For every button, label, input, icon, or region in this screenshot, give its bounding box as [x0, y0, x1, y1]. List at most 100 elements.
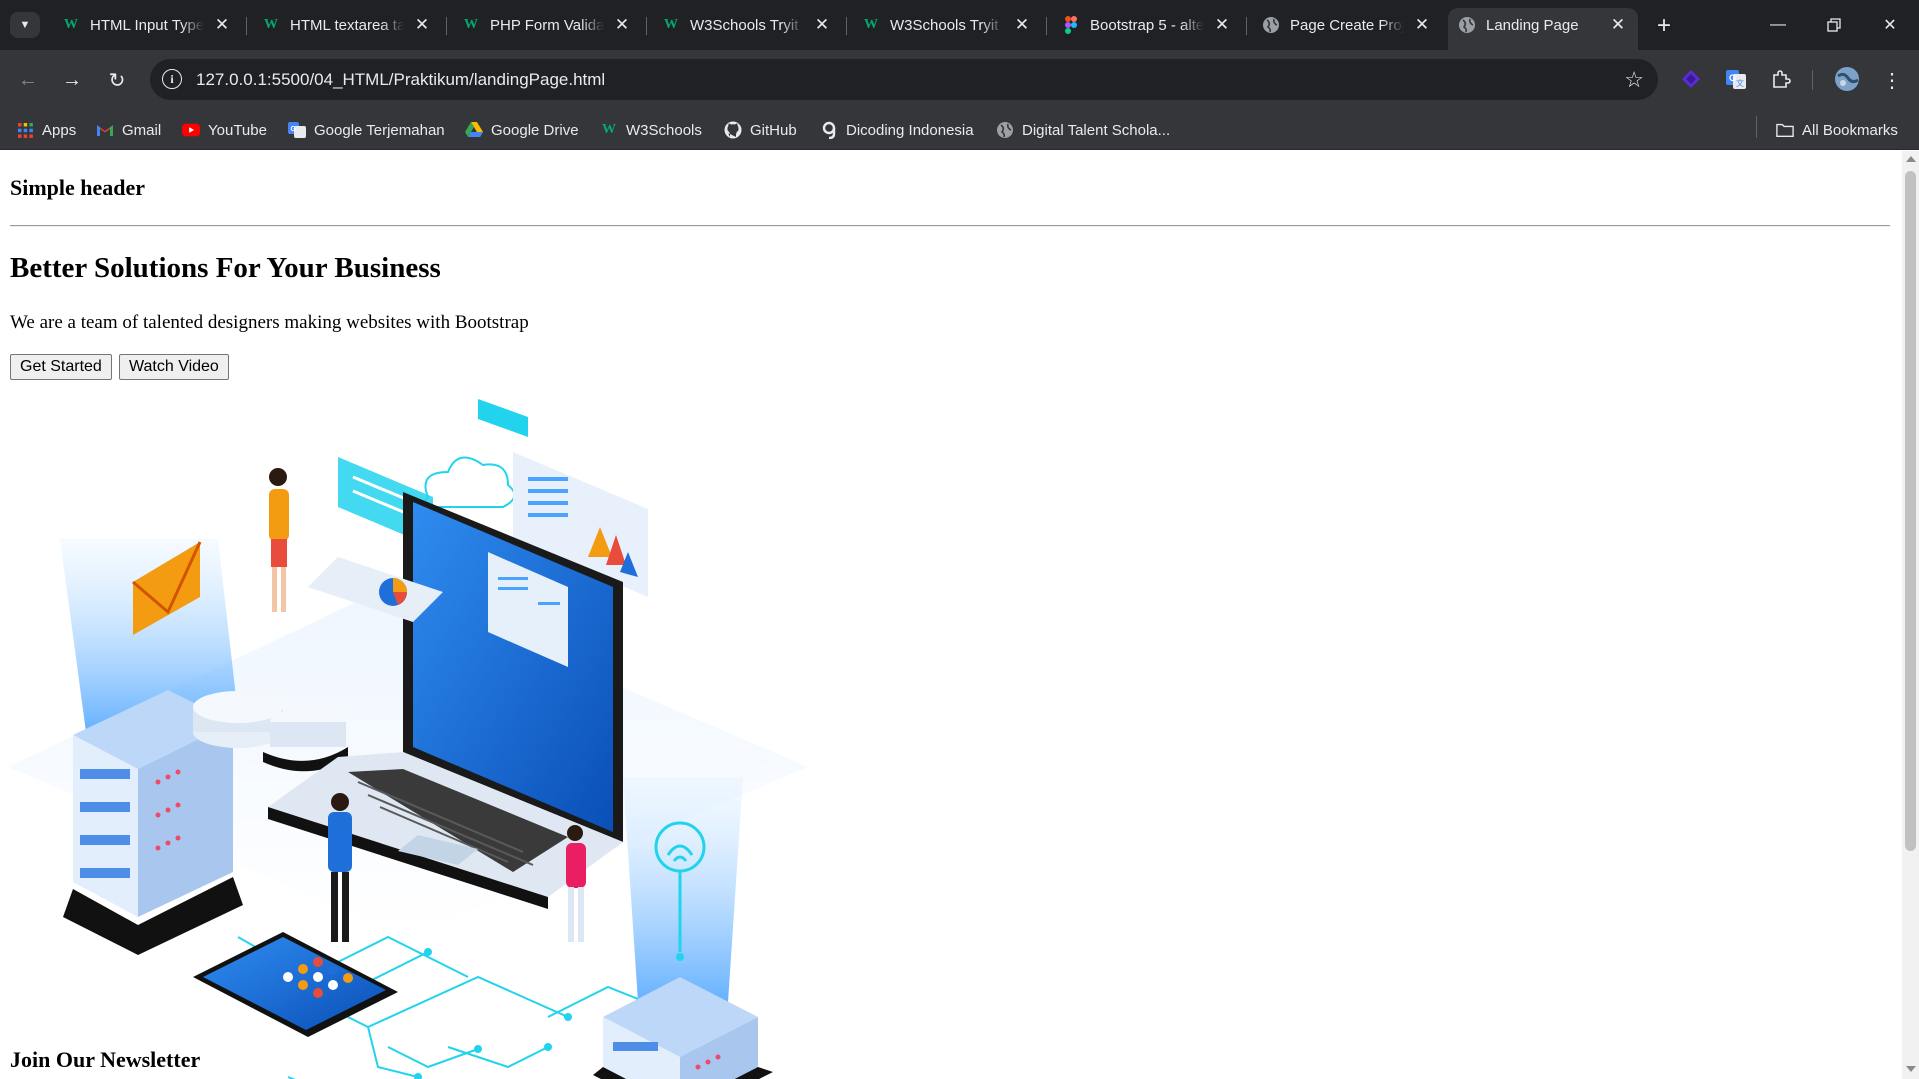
tab-page-create-project[interactable]: Page Create Project ✕	[1252, 8, 1442, 42]
tab-title: Bootstrap 5 - alternative	[1090, 16, 1204, 34]
apps-grid-icon	[16, 121, 34, 139]
tab-html-textarea[interactable]: W HTML textarea tag ✕	[252, 8, 442, 42]
address-bar[interactable]: i 127.0.0.1:5500/04_HTML/Praktikum/landi…	[150, 59, 1658, 100]
bookmark-apps[interactable]: Apps	[16, 120, 76, 140]
w3schools-icon: W	[264, 17, 278, 32]
close-icon[interactable]: ✕	[612, 15, 632, 35]
gmail-icon	[96, 121, 114, 139]
hero-illustration	[8, 399, 808, 1079]
close-window-button[interactable]: ✕	[1862, 0, 1918, 50]
globe-icon	[996, 121, 1014, 139]
newsletter-title: Join Our Newsletter	[10, 1047, 201, 1072]
tab-separator	[1046, 17, 1047, 35]
tab-strip: ▼ W HTML Input Types ✕ W HTML textarea t…	[0, 0, 1919, 50]
bookmark-gmail[interactable]: Gmail	[96, 120, 161, 140]
scrollbar-thumb[interactable]	[1905, 171, 1916, 851]
bookmark-label: W3Schools	[626, 121, 702, 139]
extension-purple-icon[interactable]	[1677, 65, 1705, 93]
cloud-graphic	[423, 456, 516, 508]
tab-title: HTML Input Types	[90, 16, 204, 34]
new-tab-button[interactable]: +	[1650, 12, 1678, 40]
person-standing-man	[328, 793, 352, 942]
bookmark-label: Gmail	[122, 121, 162, 139]
bookmark-google-drive[interactable]: Google Drive	[465, 120, 579, 140]
bookmarks-bar: Apps Gmail YouTube G Google Terjemahan G…	[0, 110, 1919, 150]
arrow-left-icon: ←	[18, 68, 38, 91]
bookmark-digital-talent[interactable]: Digital Talent Schola...	[996, 120, 1170, 140]
hero-title: Better Solutions For Your Business	[10, 252, 441, 284]
restore-button[interactable]	[1806, 0, 1862, 50]
bookmark-dicoding[interactable]: Dicoding Indonesia	[820, 120, 974, 140]
url-text[interactable]: 127.0.0.1:5500/04_HTML/Praktikum/landing…	[196, 70, 605, 90]
toolbar-separator	[1812, 70, 1813, 90]
close-icon[interactable]: ✕	[812, 15, 832, 35]
arrow-right-icon: →	[62, 68, 82, 91]
tab-html-input-types[interactable]: W HTML Input Types ✕	[52, 8, 242, 42]
extensions-puzzle-icon[interactable]	[1767, 65, 1795, 93]
scroll-up-icon[interactable]	[1906, 156, 1916, 162]
tab-title: PHP Form Validation	[490, 16, 604, 34]
google-translate-icon: G	[288, 121, 306, 139]
svg-text:文: 文	[1736, 78, 1744, 88]
svg-text:G: G	[291, 126, 297, 133]
hero-description: We are a team of talented designers maki…	[10, 312, 529, 333]
tab-search-button[interactable]: ▼	[10, 12, 40, 38]
youtube-icon	[182, 121, 200, 139]
star-icon[interactable]: ☆	[1624, 67, 1644, 93]
close-icon[interactable]: ✕	[1608, 15, 1628, 35]
google-translate-extension-icon[interactable]: G文	[1722, 65, 1750, 93]
bookmark-youtube[interactable]: YouTube	[182, 120, 267, 140]
close-icon[interactable]: ✕	[212, 15, 232, 35]
close-icon[interactable]: ✕	[1412, 15, 1432, 35]
tab-title: W3Schools Tryit Editor	[690, 16, 804, 34]
profile-avatar[interactable]	[1833, 65, 1861, 93]
scroll-down-icon[interactable]	[1906, 1066, 1916, 1072]
forward-button[interactable]: →	[56, 64, 88, 96]
all-bookmarks[interactable]: All Bookmarks	[1776, 120, 1898, 140]
browser-toolbar: ← → ↻ i 127.0.0.1:5500/04_HTML/Praktikum…	[0, 50, 1919, 110]
bookmark-label: GitHub	[750, 121, 797, 139]
tab-separator	[646, 17, 647, 35]
tab-landing-page[interactable]: Landing Page ✕	[1448, 8, 1638, 50]
minimize-button[interactable]: —	[1750, 0, 1806, 50]
globe-icon	[1262, 16, 1280, 34]
tab-w3schools-tryit-2[interactable]: W W3Schools Tryit Editor ✕	[852, 8, 1042, 42]
google-drive-icon	[465, 121, 483, 139]
w3schools-icon: W	[664, 17, 678, 32]
bookmark-label: Digital Talent Schola...	[1022, 121, 1171, 139]
tab-php-form-validation[interactable]: W PHP Form Validation ✕	[452, 8, 642, 42]
menu-button[interactable]: ⋮	[1876, 64, 1908, 96]
globe-icon	[1458, 16, 1476, 34]
svg-text:G: G	[1729, 73, 1736, 83]
close-icon[interactable]: ✕	[1212, 15, 1232, 35]
figma-icon	[1062, 16, 1080, 34]
close-icon[interactable]: ✕	[412, 15, 432, 35]
tab-title: HTML textarea tag	[290, 16, 404, 34]
w3schools-icon: W	[64, 17, 78, 32]
bookmark-w3schools[interactable]: W W3Schools	[600, 120, 702, 140]
w3schools-icon: W	[464, 17, 478, 32]
page-viewport: Simple header Better Solutions For Your …	[0, 151, 1902, 1079]
reload-button[interactable]: ↻	[101, 64, 133, 96]
reload-icon: ↻	[108, 69, 126, 92]
tab-separator	[1246, 17, 1247, 35]
tab-bootstrap-5[interactable]: Bootstrap 5 - alternative ✕	[1052, 8, 1242, 42]
person-standing-woman	[269, 468, 289, 612]
w3schools-icon: W	[602, 122, 616, 137]
header-divider	[10, 225, 1890, 227]
site-info-icon[interactable]: i	[162, 69, 182, 89]
dicoding-icon	[820, 121, 838, 139]
folder-icon	[1776, 121, 1794, 139]
tab-title: W3Schools Tryit Editor	[890, 16, 1004, 34]
close-icon[interactable]: ✕	[1012, 15, 1032, 35]
bookmark-label: Apps	[42, 121, 77, 139]
bookmark-github[interactable]: GitHub	[724, 120, 797, 140]
tab-title: Page Create Project	[1290, 16, 1404, 34]
page-scrollbar[interactable]	[1902, 151, 1919, 1079]
w3schools-icon: W	[864, 17, 878, 32]
tab-w3schools-tryit-1[interactable]: W W3Schools Tryit Editor ✕	[652, 8, 842, 42]
bookmark-google-terjemahan[interactable]: G Google Terjemahan	[288, 120, 445, 140]
plus-icon: +	[1656, 12, 1671, 39]
back-button[interactable]: ←	[12, 64, 44, 96]
more-vertical-icon: ⋮	[1882, 69, 1902, 92]
